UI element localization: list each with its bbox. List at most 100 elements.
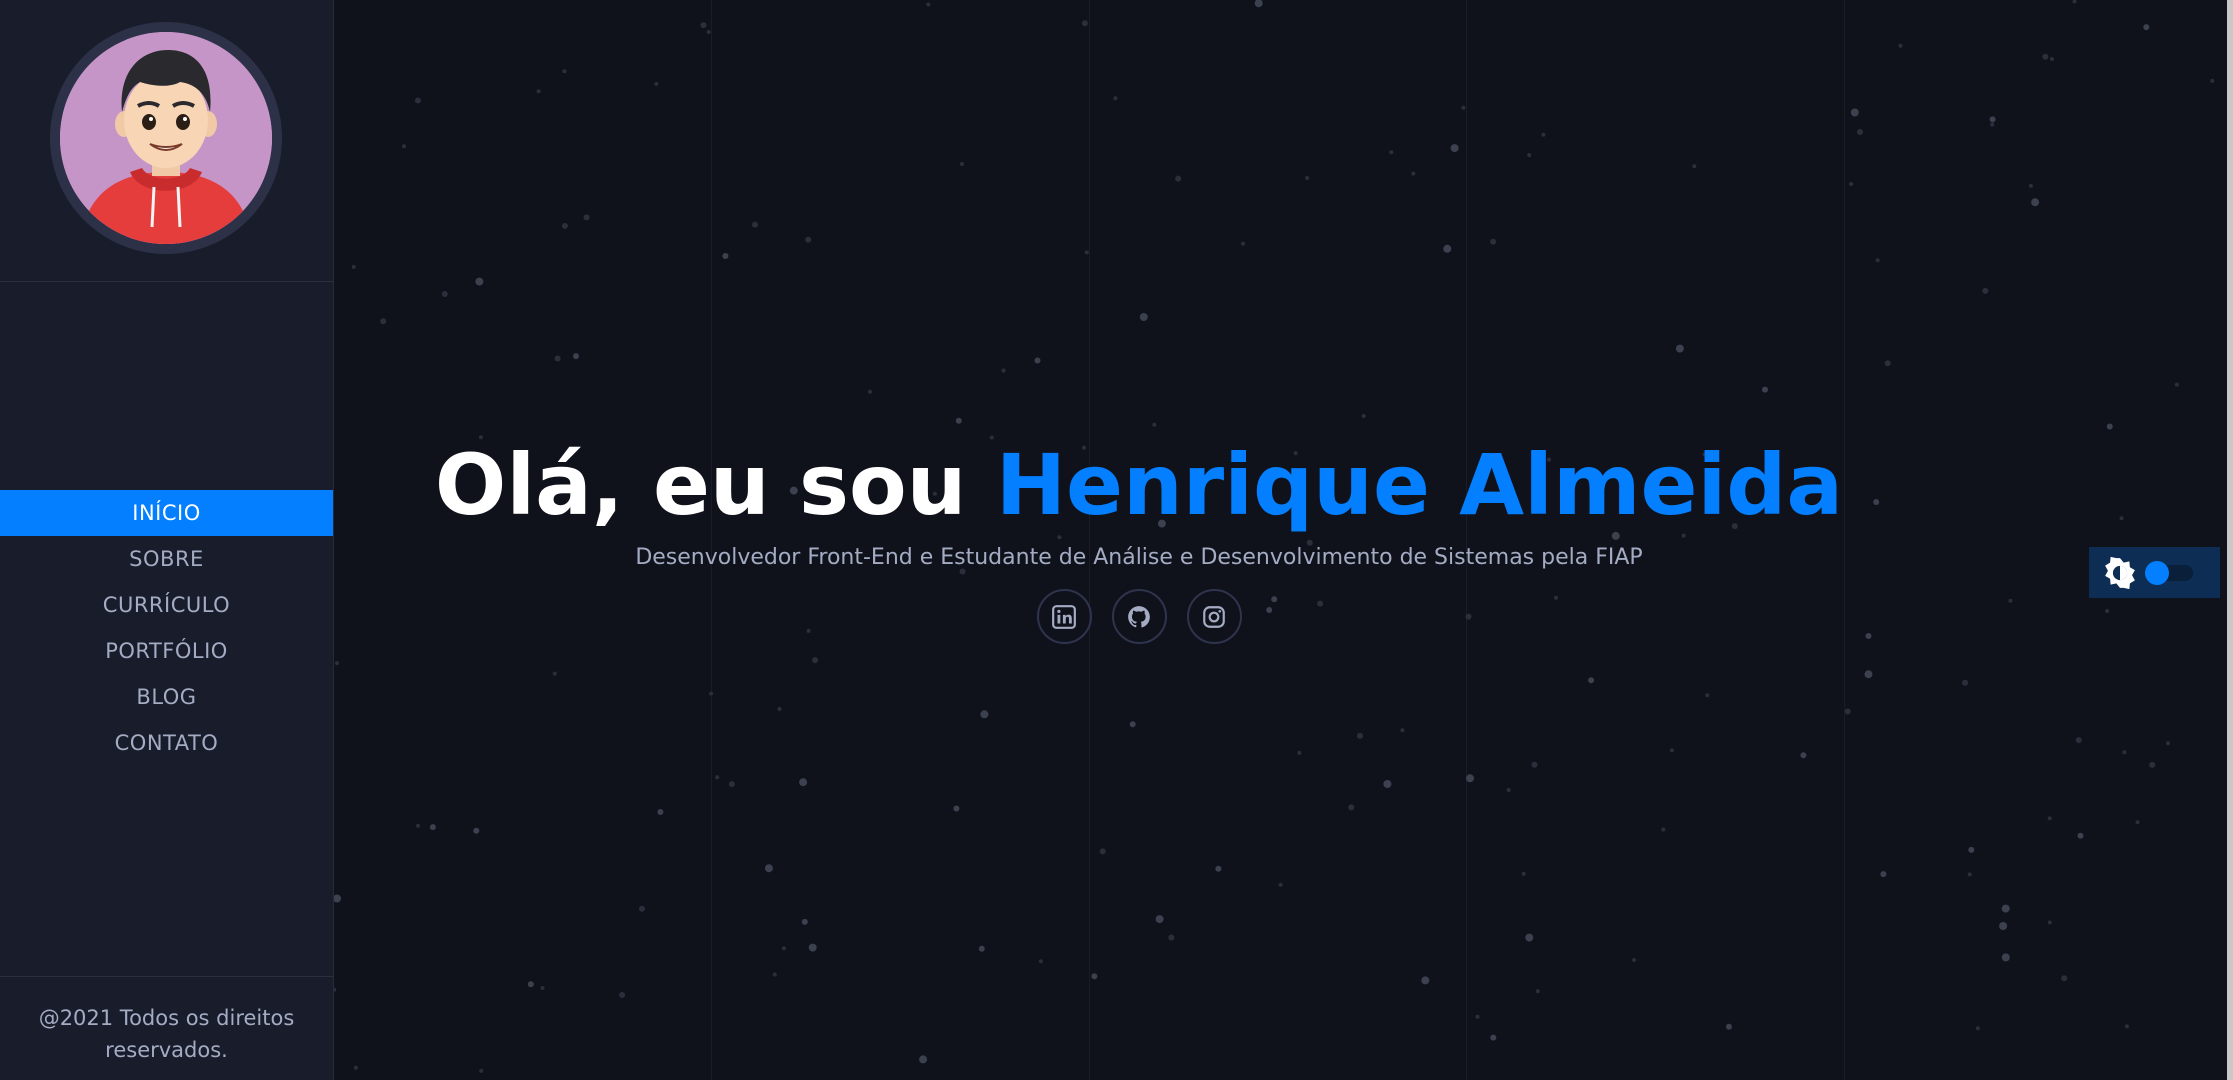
star <box>926 2 931 7</box>
sidebar-divider <box>0 976 333 977</box>
star <box>1461 105 1466 110</box>
star <box>353 1065 358 1070</box>
star <box>2031 198 2040 207</box>
star <box>805 236 812 243</box>
hero-content: Olá, eu sou Henrique Almeida Desenvolved… <box>334 435 1944 644</box>
star <box>960 162 964 166</box>
nav-item-contato[interactable]: CONTATO <box>0 720 333 766</box>
nav-item-inicio[interactable]: INÍCIO <box>0 490 333 536</box>
sidebar: INÍCIO SOBRE CURRÍCULO PORTFÓLIO BLOG CO… <box>0 0 334 1080</box>
star <box>639 905 645 912</box>
star <box>728 781 735 788</box>
hero-name: Henrique Almeida <box>995 436 1844 534</box>
star <box>1357 732 1363 739</box>
star <box>799 778 808 787</box>
star <box>2106 423 2113 430</box>
star <box>1421 976 1430 985</box>
star <box>475 277 484 286</box>
star <box>402 144 406 149</box>
star <box>1215 865 1222 872</box>
nav-item-portfolio[interactable]: PORTFÓLIO <box>0 628 333 674</box>
star <box>1535 989 1540 994</box>
star <box>1411 171 1416 176</box>
star <box>1975 1026 1980 1031</box>
star <box>1129 721 1136 728</box>
star <box>772 972 777 977</box>
github-link[interactable] <box>1111 589 1167 644</box>
sidebar-nav: INÍCIO SOBRE CURRÍCULO PORTFÓLIO BLOG CO… <box>0 490 333 766</box>
star <box>1443 244 1452 253</box>
portfolio-page: INÍCIO SOBRE CURRÍCULO PORTFÓLIO BLOG CO… <box>0 0 2233 1080</box>
nav-item-blog[interactable]: BLOG <box>0 674 333 720</box>
star <box>416 823 420 828</box>
nav-item-sobre[interactable]: SOBRE <box>0 536 333 582</box>
star <box>2061 975 2068 982</box>
star <box>1705 693 1710 698</box>
dark-mode-switch[interactable] <box>2145 560 2193 585</box>
avatar <box>60 32 272 244</box>
github-icon <box>1128 605 1150 627</box>
star <box>1844 708 1851 715</box>
theme-toggle[interactable] <box>2089 547 2220 598</box>
star <box>561 222 568 229</box>
star <box>1348 804 1355 811</box>
star <box>1962 679 1969 686</box>
star <box>808 943 817 952</box>
star <box>654 81 659 86</box>
star <box>552 671 557 676</box>
star <box>1661 827 1666 832</box>
star <box>1034 357 1041 364</box>
star <box>380 318 387 325</box>
scrollbar[interactable] <box>2227 0 2233 1080</box>
star <box>1168 934 1175 941</box>
star <box>1084 250 1089 255</box>
star <box>2042 53 2049 60</box>
star <box>540 986 545 990</box>
star <box>1278 882 1283 887</box>
star <box>1898 43 1903 48</box>
star <box>978 945 985 952</box>
sidebar-divider <box>0 281 333 282</box>
star <box>1527 153 1532 158</box>
star <box>1762 386 1768 393</box>
star <box>715 775 720 780</box>
star <box>1880 871 1887 878</box>
star <box>2050 57 2054 61</box>
star <box>573 353 579 360</box>
star <box>1450 144 1459 153</box>
star <box>657 809 664 815</box>
instagram-link[interactable] <box>1186 589 1242 644</box>
star <box>536 89 541 94</box>
star <box>334 987 337 992</box>
star <box>1091 973 1098 980</box>
star <box>1254 0 1263 8</box>
star <box>2210 78 2215 83</box>
star <box>1506 788 1511 792</box>
nav-item-curriculo[interactable]: CURRÍCULO <box>0 582 333 628</box>
star <box>1081 20 1088 27</box>
star <box>1383 780 1392 788</box>
star <box>1632 958 1637 962</box>
star <box>919 1055 928 1064</box>
star <box>1531 761 1538 768</box>
star <box>1726 1023 1732 1030</box>
star <box>562 69 567 74</box>
star <box>1139 313 1148 321</box>
star <box>2119 516 2124 521</box>
star <box>1241 241 1245 246</box>
hero-subtitle: Desenvolvedor Front-End e Estudante de A… <box>635 545 1643 570</box>
star <box>335 661 339 666</box>
star <box>1990 122 1995 127</box>
hero-headline: Olá, eu sou Henrique Almeida <box>334 435 1944 535</box>
star <box>700 22 707 29</box>
star <box>351 264 356 269</box>
star <box>554 355 561 362</box>
star <box>1099 848 1106 855</box>
star <box>1038 959 1043 964</box>
star <box>764 864 773 873</box>
linkedin-link[interactable] <box>1036 589 1092 644</box>
star <box>953 805 960 812</box>
star <box>429 824 436 831</box>
star <box>441 291 448 297</box>
star <box>527 981 534 988</box>
